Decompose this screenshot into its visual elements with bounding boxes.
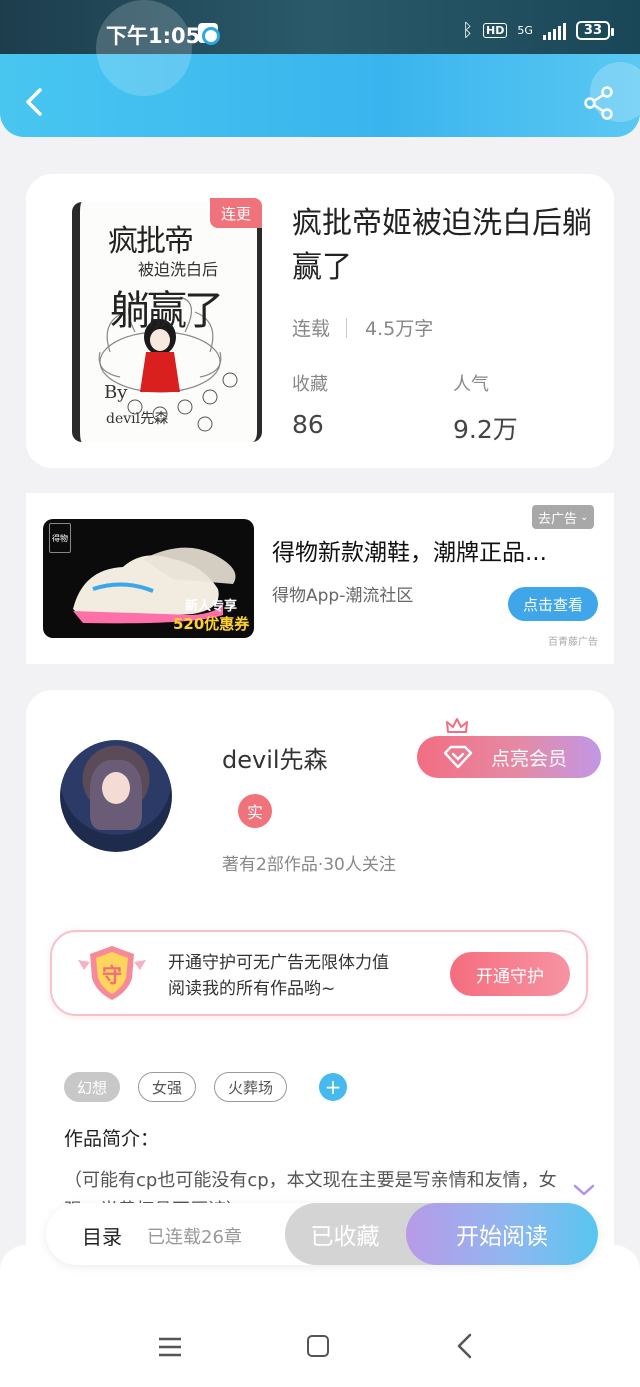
status-icons: ᛒ HD 5G 33	[462, 20, 615, 41]
toc-button[interactable]: 目录	[82, 1221, 122, 1250]
app-notification-icon	[198, 23, 220, 45]
back-icon[interactable]	[20, 82, 50, 122]
decorative-bubble	[96, 0, 192, 96]
ad-source: 百青藤广告	[548, 637, 598, 648]
tag-item[interactable]: 女强	[138, 1072, 197, 1102]
chevron-down-icon[interactable]	[572, 1182, 596, 1198]
remove-ad-button[interactable]: 去广告 ⌄	[532, 505, 595, 529]
ad-image[interactable]: 得物 新人专享 520优惠券	[43, 519, 254, 638]
ad-banner[interactable]: 得物 新人专享 520优惠券 去广告 ⌄ 得物新款潮鞋，潮牌正品... 得物Ap…	[26, 493, 614, 664]
chevron-down-icon: ⌄	[580, 511, 589, 523]
signal-icon	[542, 22, 566, 40]
diamond-icon	[443, 745, 473, 769]
network-type: 5G	[517, 24, 533, 37]
word-count: 4.5万字	[365, 318, 434, 340]
tag-item[interactable]: 火葬场	[214, 1072, 288, 1102]
vip-button-label: 点亮会员	[491, 747, 568, 770]
open-guard-button[interactable]: 开通守护	[450, 952, 570, 996]
cover-title-line2: 被迫洗白后	[138, 260, 219, 279]
crown-icon	[446, 718, 468, 733]
book-title: 疯批帝姬被迫洗白后躺赢了	[292, 206, 592, 285]
ad-subtitle: 得物App-潮流社区	[272, 586, 414, 606]
tag-item[interactable]: 幻想	[64, 1072, 121, 1102]
update-badge: 连更	[210, 198, 262, 228]
ad-promo-line2: 520优惠券	[173, 615, 250, 633]
cover-by: By	[104, 382, 128, 403]
guard-text: 开通守护可无广告无限体力值 阅读我的所有作品哟~	[168, 950, 389, 1002]
ad-image-tag: 得物	[49, 523, 71, 553]
stat-label: 收藏	[292, 374, 328, 395]
stat-value: 9.2万	[453, 415, 518, 444]
intro-label: 作品简介：	[64, 1128, 160, 1150]
ad-title: 得物新款潮鞋，潮牌正品...	[272, 540, 547, 566]
stat-popularity: 人气 9.2万	[453, 370, 518, 446]
book-meta: 连载 4.5万字	[292, 314, 433, 341]
remove-ad-label: 去广告	[538, 511, 578, 527]
book-cover[interactable]: 疯批帝 被迫洗白后 躺赢了 By devil先森	[72, 202, 262, 442]
guard-text-line1: 开通守护可无广告无限体力值	[168, 953, 389, 973]
system-nav-bar	[0, 1245, 640, 1387]
stat-favorites: 收藏 86	[292, 370, 328, 439]
chapter-count: 已连载26章	[147, 1227, 242, 1248]
divider	[346, 317, 348, 338]
cover-title-line3: 躺赢了	[110, 288, 224, 334]
menu-icon[interactable]	[158, 1337, 182, 1357]
add-tag-button[interactable]: +	[319, 1073, 348, 1101]
hd-icon: HD	[483, 23, 508, 38]
book-status: 连载	[292, 318, 331, 340]
share-icon[interactable]	[583, 86, 615, 120]
guard-icon-text: 守	[102, 963, 122, 987]
book-info-card: 疯批帝 被迫洗白后 躺赢了 By devil先森 连更 疯批帝姬被迫洗白后躺赢了…	[26, 174, 614, 468]
cover-title-line1: 疯批帝	[108, 224, 194, 259]
avatar[interactable]	[60, 740, 172, 852]
ad-promo-line1: 新人专享	[185, 599, 238, 614]
bottom-action-bar: 目录 已连载26章 已收藏 开始阅读	[46, 1203, 598, 1265]
cover-author: devil先森	[106, 411, 169, 427]
stat-label: 人气	[453, 374, 489, 395]
home-icon[interactable]	[307, 1335, 329, 1357]
battery-icon: 33	[575, 21, 615, 40]
author-card: devil先森 实 著有2部作品·30人关注 点亮会员 守 开通守护可无广告无限…	[26, 690, 614, 1250]
shield-icon: 守	[78, 946, 146, 1000]
back-icon[interactable]	[456, 1333, 474, 1359]
favorite-button-label: 已收藏	[310, 1224, 380, 1250]
bluetooth-icon: ᛒ	[462, 20, 474, 41]
author-info: 著有2部作品·30人关注	[222, 855, 396, 875]
guard-promo: 守 开通守护可无广告无限体力值 阅读我的所有作品哟~ 开通守护	[50, 930, 588, 1016]
ad-view-button[interactable]: 点击查看	[508, 587, 598, 621]
top-header	[0, 0, 640, 137]
author-name[interactable]: devil先森	[222, 740, 328, 775]
guard-text-line2: 阅读我的所有作品哟~	[168, 979, 336, 999]
verified-badge: 实	[238, 794, 272, 828]
tag-list: 幻想 女强 火葬场 +	[64, 1072, 348, 1102]
stat-value: 86	[292, 410, 324, 439]
start-reading-button[interactable]: 开始阅读	[406, 1203, 598, 1265]
vip-button[interactable]: 点亮会员	[417, 718, 601, 778]
